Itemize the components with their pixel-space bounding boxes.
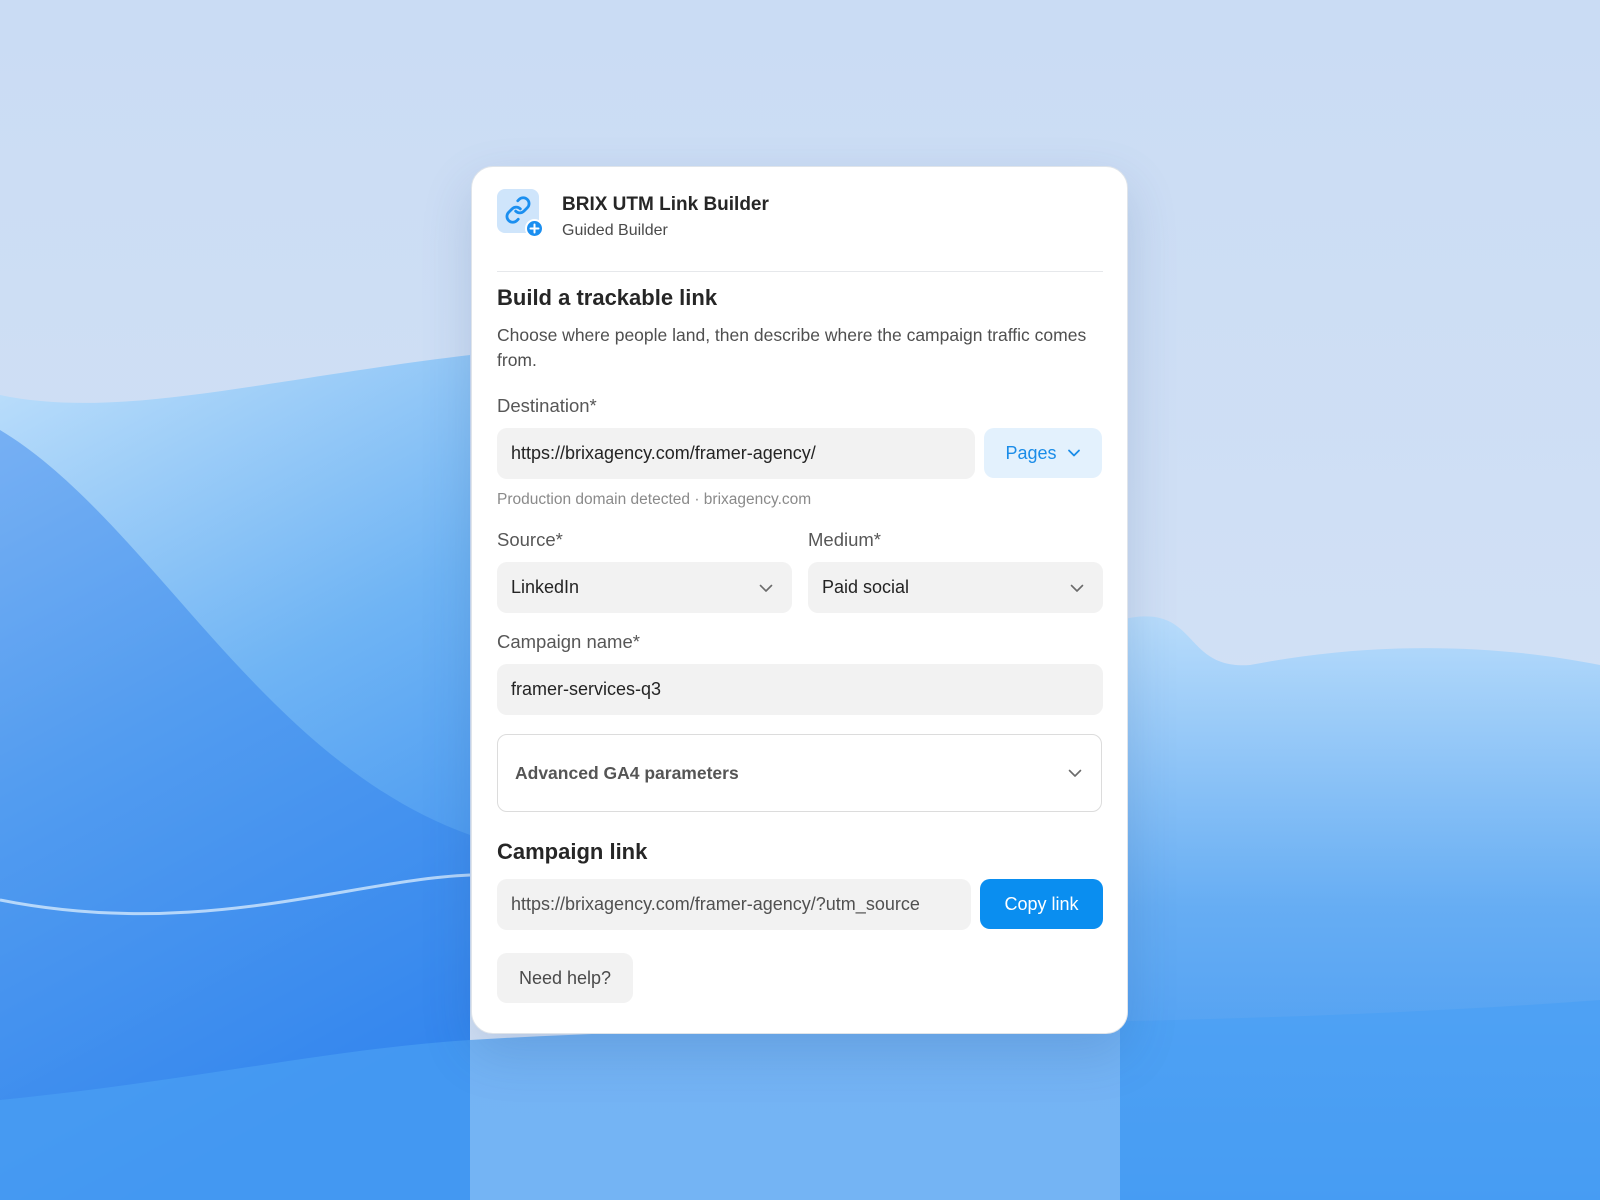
destination-input[interactable]: https://brixagency.com/framer-agency/ bbox=[497, 428, 975, 479]
medium-select[interactable]: Paid social bbox=[808, 562, 1103, 613]
campaign-link-output[interactable]: https://brixagency.com/framer-agency/?ut… bbox=[497, 879, 971, 930]
destination-value: https://brixagency.com/framer-agency/ bbox=[511, 443, 816, 463]
utm-builder-card: BRIX UTM Link Builder Guided Builder Bui… bbox=[471, 166, 1128, 1034]
campaign-name-label: Campaign name* bbox=[497, 631, 640, 652]
chevron-down-icon bbox=[1067, 449, 1080, 457]
campaign-name-input[interactable]: framer-services-q3 bbox=[497, 664, 1103, 715]
advanced-parameters-toggle[interactable]: Advanced GA4 parameters bbox=[497, 734, 1102, 812]
campaign-link-value: https://brixagency.com/framer-agency/?ut… bbox=[511, 894, 920, 914]
destination-hint: Production domain detected · brixagency.… bbox=[497, 491, 812, 508]
link-add-icon bbox=[497, 189, 544, 238]
plus-icon bbox=[525, 219, 544, 238]
chevron-down-icon bbox=[1068, 769, 1082, 777]
pages-button-label: Pages bbox=[1005, 442, 1057, 463]
source-value: LinkedIn bbox=[511, 577, 580, 597]
source-label: Source* bbox=[497, 529, 563, 550]
need-help-button[interactable]: Need help? bbox=[497, 953, 633, 1003]
copy-link-button[interactable]: Copy link bbox=[980, 879, 1103, 929]
campaign-link-heading: Campaign link bbox=[497, 839, 648, 864]
section-heading: Build a trackable link bbox=[497, 285, 718, 310]
chevron-down-icon bbox=[1070, 584, 1084, 592]
pages-button[interactable]: Pages bbox=[984, 428, 1102, 478]
chevron-down-icon bbox=[759, 584, 773, 592]
app-subtitle: Guided Builder bbox=[562, 222, 668, 239]
medium-value: Paid social bbox=[822, 577, 910, 597]
advanced-parameters-label: Advanced GA4 parameters bbox=[515, 762, 739, 783]
destination-label: Destination* bbox=[497, 395, 597, 416]
section-description: Choose where people land, then describe … bbox=[497, 325, 1087, 370]
medium-label: Medium* bbox=[808, 529, 881, 550]
campaign-name-value: framer-services-q3 bbox=[511, 679, 662, 699]
app-title: BRIX UTM Link Builder bbox=[562, 194, 769, 215]
card-header: BRIX UTM Link Builder Guided Builder bbox=[497, 189, 1103, 272]
source-select[interactable]: LinkedIn bbox=[497, 562, 792, 613]
